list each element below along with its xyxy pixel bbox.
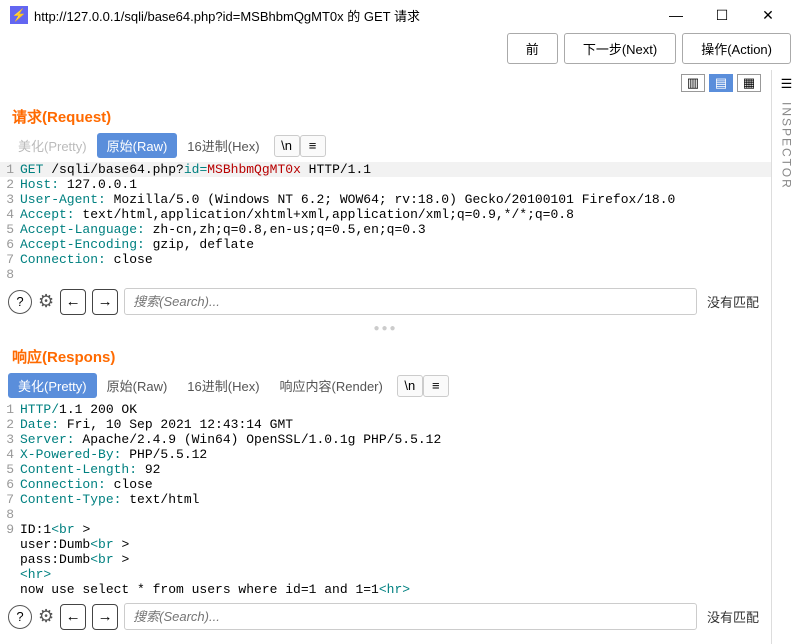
top-toolbar: 前 下一步(Next) 操作(Action) bbox=[0, 30, 801, 70]
response-tabbar: 美化(Pretty) 原始(Raw) 16进制(Hex) 响应内容(Render… bbox=[0, 373, 771, 402]
request-title: 请求(Request) bbox=[0, 96, 771, 133]
response-panel: 响应(Respons) 美化(Pretty) 原始(Raw) 16进制(Hex)… bbox=[0, 336, 771, 636]
newline-toggle[interactable]: \n bbox=[274, 135, 300, 157]
help-icon[interactable]: ? bbox=[8, 605, 32, 629]
close-button[interactable]: ✕ bbox=[745, 0, 791, 30]
response-title: 响应(Respons) bbox=[0, 336, 771, 373]
layout-vertical-icon[interactable]: ▤ bbox=[709, 74, 733, 92]
request-body[interactable]: 1GET /sqli/base64.php?id=MSBhbmQgMT0x HT… bbox=[0, 162, 771, 282]
panel-drag-handle[interactable]: ●●● bbox=[0, 321, 771, 336]
response-nomatch-label: 没有匹配 bbox=[703, 607, 763, 626]
request-panel: 请求(Request) 美化(Pretty) 原始(Raw) 16进制(Hex)… bbox=[0, 96, 771, 321]
minimize-button[interactable]: — bbox=[653, 0, 699, 30]
request-footer: ? ⚙ ← → 没有匹配 bbox=[0, 282, 771, 321]
response-menu-button[interactable]: ≡ bbox=[423, 375, 449, 397]
inspector-sidebar: ☰ INSPECTOR bbox=[771, 70, 801, 644]
tab-hex[interactable]: 16进制(Hex) bbox=[177, 133, 269, 158]
tab-render[interactable]: 响应内容(Render) bbox=[270, 373, 393, 398]
app-icon: ⚡ bbox=[10, 6, 28, 24]
tab-hex[interactable]: 16进制(Hex) bbox=[177, 373, 269, 398]
newline-toggle[interactable]: \n bbox=[397, 375, 423, 397]
layout-horizontal-icon[interactable]: ▥ bbox=[681, 74, 705, 92]
response-search-input[interactable] bbox=[124, 603, 697, 630]
tab-pretty[interactable]: 美化(Pretty) bbox=[8, 133, 97, 158]
inspector-toggle-icon[interactable]: ☰ bbox=[781, 76, 793, 92]
request-tabbar: 美化(Pretty) 原始(Raw) 16进制(Hex) \n ≡ bbox=[0, 133, 771, 162]
inspector-label: INSPECTOR bbox=[780, 102, 794, 190]
gear-icon[interactable]: ⚙ bbox=[38, 606, 54, 627]
response-body[interactable]: 1HTTP/1.1 200 OK2Date: Fri, 10 Sep 2021 … bbox=[0, 402, 771, 597]
action-button[interactable]: 操作(Action) bbox=[682, 33, 791, 64]
maximize-button[interactable]: ☐ bbox=[699, 0, 745, 30]
tab-pretty[interactable]: 美化(Pretty) bbox=[8, 373, 97, 398]
prev-button[interactable]: 前 bbox=[507, 33, 558, 64]
prev-match-button[interactable]: ← bbox=[60, 604, 86, 630]
next-match-button[interactable]: → bbox=[92, 604, 118, 630]
gear-icon[interactable]: ⚙ bbox=[38, 291, 54, 312]
tab-raw[interactable]: 原始(Raw) bbox=[97, 133, 178, 158]
window-title: http://127.0.0.1/sqli/base64.php?id=MSBh… bbox=[34, 6, 653, 25]
prev-match-button[interactable]: ← bbox=[60, 289, 86, 315]
request-nomatch-label: 没有匹配 bbox=[703, 292, 763, 311]
help-icon[interactable]: ? bbox=[8, 290, 32, 314]
response-footer: ? ⚙ ← → 没有匹配 bbox=[0, 597, 771, 636]
layout-combined-icon[interactable]: ▦ bbox=[737, 74, 761, 92]
next-button[interactable]: 下一步(Next) bbox=[564, 33, 676, 64]
next-match-button[interactable]: → bbox=[92, 289, 118, 315]
request-menu-button[interactable]: ≡ bbox=[300, 135, 326, 157]
request-search-input[interactable] bbox=[124, 288, 697, 315]
tab-raw[interactable]: 原始(Raw) bbox=[97, 373, 178, 398]
titlebar: ⚡ http://127.0.0.1/sqli/base64.php?id=MS… bbox=[0, 0, 801, 30]
layout-switcher: ▥ ▤ ▦ bbox=[0, 70, 771, 96]
